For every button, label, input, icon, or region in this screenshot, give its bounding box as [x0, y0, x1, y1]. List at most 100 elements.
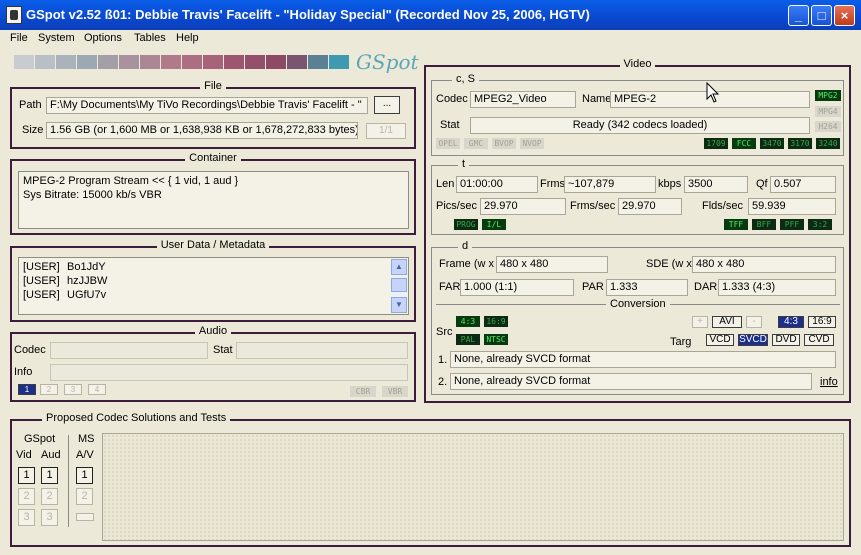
- len-field[interactable]: 01:00:00: [456, 176, 538, 193]
- menu-bar: File System Options Tables Help: [0, 30, 861, 49]
- gradient-swatch: [224, 55, 244, 69]
- audio-track-3[interactable]: 3: [64, 384, 82, 395]
- par-label: PAR: [582, 281, 604, 293]
- vid-test-2[interactable]: 2: [18, 488, 35, 505]
- len-label: Len: [436, 178, 455, 190]
- video-codec-label: Codec: [436, 93, 468, 105]
- gradient-swatch: [35, 55, 55, 69]
- targ-avi-button[interactable]: AVI: [712, 316, 742, 328]
- pics-sec-field[interactable]: 29.970: [480, 198, 566, 215]
- targ-vcd-button[interactable]: VCD: [706, 334, 734, 346]
- scroll-thumb[interactable]: [391, 278, 407, 292]
- frms-sec-label: Frms/sec: [570, 200, 616, 212]
- far-field[interactable]: 1.000 (1:1): [460, 279, 574, 296]
- info-link[interactable]: info: [820, 376, 838, 388]
- sde-field[interactable]: 480 x 480: [692, 256, 836, 273]
- gradient-bar: [14, 55, 354, 69]
- scroll-up-icon[interactable]: ▲: [391, 259, 407, 275]
- frms-field[interactable]: ~107,879: [564, 176, 656, 193]
- h264-indicator: H264: [815, 121, 841, 132]
- aud-test-2[interactable]: 2: [41, 488, 58, 505]
- codec-solutions-title: Proposed Codec Solutions and Tests: [42, 412, 231, 424]
- audio-group: Audio Codec Stat Info 1 2 3 4 CBR VBR: [10, 325, 416, 402]
- audio-track-1[interactable]: 1: [18, 384, 36, 395]
- gradient-swatch: [182, 55, 202, 69]
- gmc-indicator: GMC: [464, 138, 488, 149]
- gradient-swatch: [98, 55, 118, 69]
- video-stat-field[interactable]: Ready (342 codecs loaded): [470, 117, 810, 134]
- conversion-1-field[interactable]: None, already SVCD format: [450, 351, 836, 368]
- frms-sec-field[interactable]: 29.970: [618, 198, 682, 215]
- path-label: Path: [19, 99, 42, 111]
- userdata-list[interactable]: [USER] Bo1JdY [USER] hzJJBW [USER] UGfU7v ▲…: [18, 257, 409, 315]
- mpg4-indicator: MPG4: [815, 106, 841, 117]
- far-label: FAR: [439, 281, 461, 293]
- targ-43-button[interactable]: 4:3: [778, 316, 804, 328]
- audio-stat-field[interactable]: [236, 342, 408, 359]
- conversion-title: Conversion: [610, 298, 666, 310]
- menu-system[interactable]: System: [38, 32, 75, 44]
- vid-test-3[interactable]: 3: [18, 509, 35, 526]
- gradient-swatch: [287, 55, 307, 69]
- qf-field[interactable]: 0.507: [770, 176, 836, 193]
- size-label: Size: [22, 124, 44, 136]
- gradient-swatch: [56, 55, 76, 69]
- frame-field[interactable]: 480 x 480: [496, 256, 608, 273]
- audio-track-2[interactable]: 2: [40, 384, 58, 395]
- src-pal-indicator: PAL: [456, 334, 480, 345]
- ms-test-2[interactable]: 2: [76, 488, 93, 505]
- video-name-label: Name: [582, 93, 612, 105]
- dar-field[interactable]: 1.333 (4:3): [718, 279, 836, 296]
- frms-label: Frms: [540, 178, 566, 190]
- maximize-button[interactable]: □: [811, 5, 832, 26]
- gradient-swatch: [308, 55, 328, 69]
- targ-dvd-button[interactable]: DVD: [772, 334, 800, 346]
- aud-test-3[interactable]: 3: [41, 509, 58, 526]
- audio-info-field[interactable]: [50, 364, 408, 381]
- ms-test-3[interactable]: [76, 513, 94, 521]
- audio-codec-field[interactable]: [50, 342, 208, 359]
- targ-plus-button[interactable]: +: [692, 316, 708, 328]
- targ-svcd-button[interactable]: SVCD: [738, 334, 768, 346]
- menu-options[interactable]: Options: [84, 32, 122, 44]
- codec-solutions-output[interactable]: [102, 433, 844, 541]
- conversion-2-field[interactable]: None, already SVCD format: [450, 373, 812, 390]
- file-group: File Path F:\My Documents\My TiVo Record…: [10, 80, 416, 149]
- video-codec-field[interactable]: MPEG2_Video: [470, 91, 576, 108]
- ms-test-1[interactable]: 1: [76, 467, 93, 484]
- size-field[interactable]: 1.56 GB (or 1,600 MB or 1,638,938 KB or …: [46, 122, 358, 139]
- timing-subgroup: t Len 01:00:00 Frms ~107,879 kbps 3500 Q…: [431, 158, 844, 235]
- flds-sec-field[interactable]: 59.939: [748, 198, 836, 215]
- userdata-scrollbar[interactable]: ▲ ▼: [391, 259, 407, 313]
- minimize-button[interactable]: _: [788, 5, 809, 26]
- audio-track-4[interactable]: 4: [88, 384, 106, 395]
- container-info-box[interactable]: MPEG-2 Program Stream << { 1 vid, 1 aud …: [18, 171, 409, 229]
- aud-test-1[interactable]: 1: [41, 467, 58, 484]
- kbps-field[interactable]: 3500: [684, 176, 748, 193]
- window-title: GSpot v2.52 ß01: Debbie Travis' Facelift…: [26, 7, 590, 22]
- targ-169-button[interactable]: 16:9: [808, 316, 836, 328]
- src-label: Src: [436, 326, 453, 338]
- close-button[interactable]: ×: [834, 5, 855, 26]
- gspot-label: GSpot: [24, 433, 56, 445]
- aud-label: Aud: [41, 449, 61, 461]
- qf-label: Qf: [756, 178, 768, 190]
- menu-file[interactable]: File: [10, 32, 28, 44]
- audio-vbr-indicator: VBR: [382, 386, 408, 397]
- scroll-down-icon[interactable]: ▼: [391, 297, 407, 313]
- browse-button[interactable]: ...: [374, 96, 400, 114]
- userdata-row: [USER] hzJJBW: [23, 275, 108, 287]
- gradient-swatch: [77, 55, 97, 69]
- audio-cbr-indicator: CBR: [350, 386, 376, 397]
- targ-minus-button[interactable]: -: [746, 316, 762, 328]
- app-icon[interactable]: [6, 6, 22, 24]
- led-3170: 3170: [788, 138, 812, 149]
- audio-group-title: Audio: [194, 325, 232, 337]
- menu-tables[interactable]: Tables: [134, 32, 166, 44]
- par-field[interactable]: 1.333: [606, 279, 688, 296]
- menu-help[interactable]: Help: [176, 32, 199, 44]
- vid-test-1[interactable]: 1: [18, 467, 35, 484]
- targ-cvd-button[interactable]: CVD: [804, 334, 834, 346]
- path-field[interactable]: F:\My Documents\My TiVo Recordings\Debbi…: [46, 97, 368, 114]
- userdata-group: User Data / Metadata [USER] Bo1JdY [USER]…: [10, 239, 416, 322]
